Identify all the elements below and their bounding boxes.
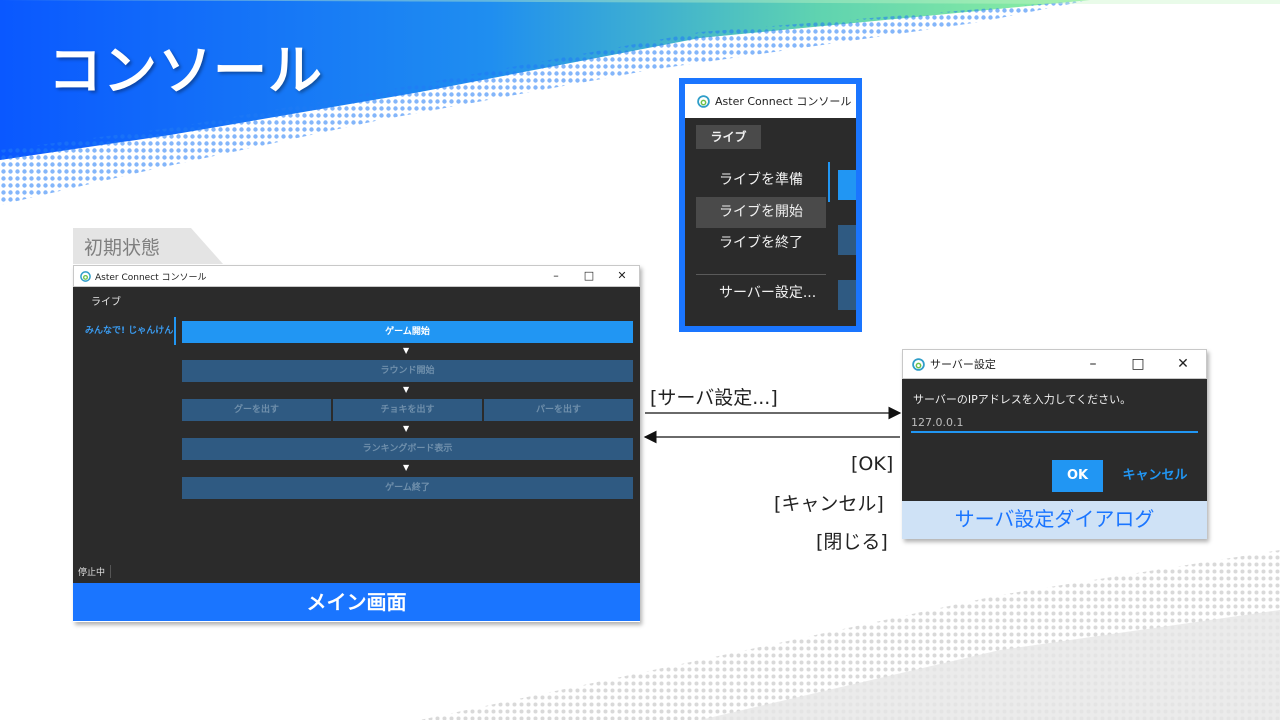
dialog-caption: サーバ設定ダイアログ [902, 501, 1207, 539]
aster-connect-app-icon [912, 357, 925, 371]
connector-label-server-settings: [サーバ設定...] [650, 387, 778, 409]
dialog-minimize-button[interactable]: – [1073, 350, 1113, 378]
slide: コンソール 初期状態 Aster Connect コンソール – □ ✕ ライブ… [0, 0, 1280, 720]
dialog-prompt: サーバーのIPアドレスを入力してください。 [913, 393, 1132, 406]
ip-address-input[interactable] [911, 413, 1198, 433]
connector-label-cancel: [キャンセル] [774, 493, 884, 515]
dialog-close-button[interactable]: ✕ [1163, 350, 1203, 378]
connector-label-close: [閉じる] [816, 531, 888, 553]
server-settings-dialog: サーバー設定 – □ ✕ サーバーのIPアドレスを入力してください。 OK キャ… [902, 349, 1207, 539]
dialog-title: サーバー設定 [930, 358, 996, 371]
connector-label-ok: [OK] [851, 453, 894, 475]
ok-button[interactable]: OK [1052, 460, 1103, 492]
dialog-titlebar[interactable]: サーバー設定 – □ ✕ [902, 349, 1207, 379]
dialog-body: サーバーのIPアドレスを入力してください。 OK キャンセル [902, 379, 1207, 501]
cancel-button[interactable]: キャンセル [1120, 460, 1190, 492]
dialog-maximize-button[interactable]: □ [1118, 350, 1158, 378]
